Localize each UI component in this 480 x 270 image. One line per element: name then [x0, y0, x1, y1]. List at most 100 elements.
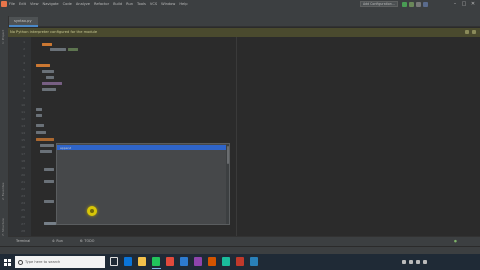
menu-window[interactable]: Window — [161, 2, 175, 6]
completion-item[interactable] — [57, 151, 229, 156]
app-icon[interactable] — [180, 257, 188, 266]
system-tray — [400, 256, 480, 268]
stop-icon[interactable] — [416, 1, 421, 7]
code-token — [68, 48, 78, 51]
app-icon[interactable] — [208, 257, 216, 266]
completion-item[interactable] — [57, 211, 229, 216]
completion-item[interactable] — [57, 184, 229, 189]
completion-item[interactable] — [57, 200, 229, 205]
completion-item[interactable] — [57, 167, 229, 172]
completion-item[interactable] — [57, 195, 229, 200]
favorites-tool-tab[interactable]: 2: Favorites — [1, 176, 7, 206]
minimize-icon[interactable]: – — [452, 1, 458, 7]
file-explorer-icon[interactable] — [138, 257, 146, 266]
maximize-icon[interactable]: □ — [461, 1, 467, 7]
event-log-icon[interactable]: ● — [454, 239, 457, 243]
completion-item[interactable] — [57, 217, 229, 222]
completion-item[interactable] — [57, 206, 229, 211]
search-icon — [18, 260, 23, 265]
code-token — [50, 48, 66, 51]
line-number: 4 — [23, 61, 25, 65]
autocomplete-popup: append — [56, 143, 230, 225]
debug-icon[interactable] — [409, 1, 414, 7]
code-token — [44, 222, 56, 225]
completion-item[interactable] — [57, 222, 229, 227]
settings-icon[interactable] — [465, 30, 469, 34]
code-token — [36, 131, 46, 134]
windows-logo-pane — [7, 262, 11, 266]
code-token — [42, 82, 62, 85]
language-icon[interactable] — [423, 260, 427, 264]
close-icon[interactable]: ✕ — [470, 1, 476, 7]
search-everywhere-icon[interactable] — [423, 1, 428, 7]
menu-navigate[interactable]: Navigate — [43, 2, 59, 6]
menu-view[interactable]: View — [30, 2, 39, 6]
pycharm-taskbar-icon[interactable] — [152, 257, 160, 266]
terminal-tab[interactable]: Terminal — [16, 239, 30, 243]
line-number: 2 — [23, 47, 25, 51]
editor-tab-syntax[interactable]: syntax.py — [8, 17, 38, 27]
completion-item[interactable]: append — [57, 145, 229, 150]
code-token — [36, 108, 42, 111]
code-token — [44, 168, 54, 171]
code-token — [36, 124, 44, 127]
close-icon[interactable] — [472, 30, 476, 34]
app-icon[interactable] — [236, 257, 244, 266]
left-tool-window-bar: 1: Project 2: Favorites 7: Structure — [0, 16, 9, 246]
code-token — [44, 200, 54, 203]
taskbar-search-input[interactable]: Type here to search — [15, 256, 105, 268]
interpreter-warning-banner: No Python interpreter configured for the… — [8, 28, 480, 37]
volume-icon[interactable] — [409, 260, 413, 264]
menu-analyze[interactable]: Analyze — [76, 2, 90, 6]
completion-item[interactable] — [57, 173, 229, 178]
app-icon[interactable] — [166, 257, 174, 266]
structure-tool-tab[interactable]: 7: Structure — [1, 212, 7, 242]
menu-tools[interactable]: Tools — [137, 2, 146, 6]
menu-help[interactable]: Help — [179, 2, 187, 6]
todo-tab[interactable]: 6: TODO — [80, 239, 94, 243]
menu-run[interactable]: Run — [126, 2, 133, 6]
mouse-cursor-highlight — [87, 206, 97, 216]
run-tab[interactable]: 4: Run — [52, 239, 63, 243]
line-number: 17 — [21, 152, 25, 156]
run-icon[interactable] — [402, 1, 407, 7]
line-number: 8 — [23, 89, 25, 93]
windows-start-icon[interactable] — [0, 254, 14, 270]
edge-browser-icon[interactable] — [124, 257, 132, 266]
code-token — [42, 43, 52, 46]
line-number-gutter: 1 2 3 4 5 6 7 8 9 10 11 12 13 14 15 16 17 18 19 20 21 22 23 24 2… — [9, 37, 31, 236]
app-icon[interactable] — [250, 257, 258, 266]
app-icon[interactable] — [194, 257, 202, 266]
battery-icon[interactable] — [416, 260, 420, 264]
menu-code[interactable]: Code — [63, 2, 72, 6]
app-icon[interactable] — [222, 257, 230, 266]
menu-build[interactable]: Build — [113, 2, 122, 6]
search-placeholder: Type here to search — [25, 260, 61, 264]
completion-item[interactable] — [57, 189, 229, 194]
line-number: 25 — [21, 208, 25, 212]
completion-item[interactable] — [57, 162, 229, 167]
line-number: 15 — [21, 138, 25, 142]
code-token — [40, 144, 54, 147]
right-margin-guide — [236, 37, 237, 236]
code-token — [42, 70, 54, 73]
menu-vcs[interactable]: VCS — [150, 2, 157, 6]
popup-scrollbar[interactable] — [226, 144, 229, 224]
line-number: 20 — [21, 173, 25, 177]
menu-file[interactable]: File — [9, 2, 15, 6]
completion-name: append — [60, 145, 72, 150]
menu-edit[interactable]: Edit — [19, 2, 26, 6]
network-icon[interactable] — [402, 260, 406, 264]
project-tool-tab[interactable]: 1: Project — [1, 22, 7, 52]
line-number: 3 — [23, 54, 25, 58]
line-number: 1 — [23, 40, 25, 44]
line-number: 18 — [21, 159, 25, 163]
completion-item[interactable] — [57, 156, 229, 161]
completion-item[interactable] — [57, 178, 229, 183]
menu-refactor[interactable]: Refactor — [94, 2, 109, 6]
task-view-icon[interactable] — [110, 257, 118, 266]
active-app-indicator — [152, 268, 161, 269]
code-token — [36, 64, 50, 67]
run-configuration-dropdown[interactable]: Add Configuration... — [360, 1, 398, 7]
popup-scroll-thumb[interactable] — [226, 146, 229, 164]
